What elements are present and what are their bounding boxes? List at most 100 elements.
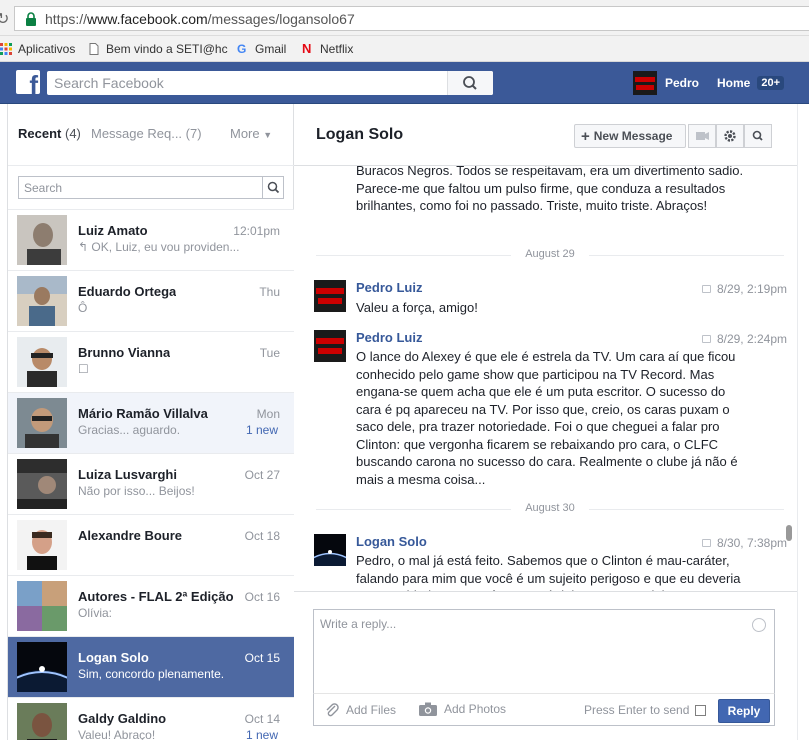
thread-time: Thu bbox=[259, 285, 280, 299]
home-link[interactable]: Home 20+ bbox=[717, 76, 785, 90]
inbox-tabs: Recent (4) Message Req... (7) More ▼ bbox=[8, 104, 294, 166]
thread-name: Eduardo Ortega bbox=[78, 284, 177, 299]
facebook-search-button[interactable] bbox=[447, 71, 493, 95]
thread-snippet: Sim, concordo plenamente. bbox=[78, 667, 225, 681]
apps-grid-icon bbox=[0, 43, 12, 55]
conversation-header: Logan Solo + New Message bbox=[294, 104, 797, 166]
add-photos-label: Add Photos bbox=[444, 702, 507, 716]
tab-count: (4) bbox=[64, 126, 81, 141]
facebook-top-bar: f Pedro Home 20+ bbox=[0, 62, 809, 104]
speech-bubble-icon bbox=[701, 285, 711, 293]
thread-item[interactable]: Luiz Amato ↰ OK, Luiz, eu vou providen..… bbox=[8, 210, 294, 271]
home-label: Home bbox=[717, 76, 751, 90]
unread-count: 1 new bbox=[245, 728, 278, 740]
reply-button[interactable]: Reply bbox=[718, 699, 770, 723]
thread-item[interactable]: Mário Ramão Villalva Gracias... aguardo.… bbox=[8, 393, 294, 454]
add-files-button[interactable]: Add Files bbox=[324, 702, 396, 718]
thread-name: Autores - FLAL 2ª Edição bbox=[78, 589, 234, 604]
tab-message-requests[interactable]: Message Req... (7) bbox=[91, 126, 202, 141]
gear-icon bbox=[724, 130, 736, 142]
thread-item-active[interactable]: Logan Solo Sim, concordo plenamente. Oct… bbox=[8, 637, 294, 698]
thread-time: 12:01pm bbox=[233, 224, 280, 238]
profile-link[interactable]: Pedro bbox=[633, 71, 699, 95]
thread-item[interactable]: Eduardo Ortega Ô Thu bbox=[8, 271, 294, 332]
address-field[interactable]: https://www.facebook.com/messages/logans… bbox=[14, 6, 809, 31]
thread-time: Oct 16 bbox=[244, 590, 280, 604]
thread-snippet: Valeu! Abraço! bbox=[78, 728, 156, 740]
settings-button[interactable] bbox=[716, 124, 744, 148]
message-text: O lance do Alexey é que ele é estrela da… bbox=[356, 349, 738, 487]
avatar bbox=[633, 71, 657, 95]
unread-count: 1 new bbox=[245, 423, 278, 437]
bookmarks-bar: Aplicativos Bem vindo a SETI@hc G Gmail … bbox=[0, 36, 809, 62]
new-message-button[interactable]: + New Message bbox=[574, 124, 686, 148]
bookmark-label: Gmail bbox=[255, 42, 287, 56]
thread-name: Alexandre Boure bbox=[78, 528, 183, 543]
chevron-down-icon: ▼ bbox=[263, 130, 273, 140]
thread-snippet: Olívia: bbox=[78, 606, 113, 620]
bookmark-gmail[interactable]: G Gmail bbox=[237, 40, 286, 58]
facebook-search bbox=[47, 71, 493, 95]
conversation-title: Logan Solo bbox=[316, 126, 404, 143]
tab-label: Recent bbox=[18, 126, 62, 141]
bookmark-netflix[interactable]: N Netflix bbox=[302, 40, 353, 58]
search-conversation-button[interactable] bbox=[744, 124, 772, 148]
bookmark-apps[interactable]: Aplicativos bbox=[0, 40, 75, 58]
avatar bbox=[17, 276, 67, 326]
date-label: August 30 bbox=[525, 502, 575, 514]
thread-item[interactable]: Autores - FLAL 2ª Edição Olívia: Oct 16 bbox=[8, 576, 294, 637]
message-history: Buracos Negros. Todos se respeitavam, er… bbox=[294, 166, 797, 591]
thread-snippet: ↰ OK, Luiz, eu vou providen... bbox=[78, 240, 240, 254]
page-icon bbox=[89, 43, 99, 55]
message-timestamp: 8/29, 2:24pm bbox=[701, 332, 787, 346]
scrollbar-thumb[interactable] bbox=[786, 525, 792, 541]
conversation-panel: Logan Solo + New Message Buracos Negros.… bbox=[294, 104, 797, 740]
emoji-icon[interactable] bbox=[752, 618, 766, 632]
avatar bbox=[17, 703, 67, 740]
message-text: Valeu a força, amigo! bbox=[356, 300, 478, 315]
message-sender[interactable]: Logan Solo bbox=[356, 534, 427, 549]
page-scrollbar[interactable] bbox=[797, 104, 809, 740]
conversation-search-input[interactable] bbox=[19, 177, 263, 198]
avatar[interactable] bbox=[314, 534, 346, 566]
message-timestamp: 8/29, 2:19pm bbox=[701, 282, 787, 296]
thread-item[interactable]: Alexandre Boure Oct 18 bbox=[8, 515, 294, 576]
new-message-label: New Message bbox=[593, 129, 673, 143]
thread-item[interactable]: Brunno Vianna ☐ Tue bbox=[8, 332, 294, 393]
thread-name: Mário Ramão Villalva bbox=[78, 406, 208, 421]
avatar bbox=[17, 520, 67, 570]
add-photos-button[interactable]: Add Photos bbox=[419, 702, 506, 716]
avatar[interactable] bbox=[314, 280, 346, 312]
thread-time: Oct 14 bbox=[244, 712, 280, 726]
press-enter-label: Press Enter to send bbox=[584, 703, 690, 717]
thread-item[interactable]: Galdy Galdino Valeu! Abraço! Oct 14 1 ne… bbox=[8, 698, 294, 740]
reply-input[interactable] bbox=[314, 610, 744, 668]
thread-item[interactable]: Luiza Lusvarghi Não por isso... Beijos! … bbox=[8, 454, 294, 515]
video-call-button[interactable] bbox=[688, 124, 716, 148]
avatar bbox=[17, 642, 67, 692]
facebook-logo-icon[interactable]: f bbox=[16, 70, 40, 94]
message-text: Buracos Negros. Todos se respeitavam, er… bbox=[356, 166, 744, 213]
thread-name: Luiza Lusvarghi bbox=[78, 467, 177, 482]
conversation-search-button[interactable] bbox=[262, 177, 283, 198]
message-sender[interactable]: Pedro Luiz bbox=[356, 330, 422, 345]
press-enter-checkbox[interactable] bbox=[695, 704, 707, 716]
facebook-search-input[interactable] bbox=[47, 71, 452, 95]
message-timestamp: 8/30, 7:38pm bbox=[701, 536, 787, 550]
date-separator: August 30 bbox=[316, 502, 784, 516]
search-icon bbox=[267, 181, 280, 194]
tab-recent[interactable]: Recent (4) bbox=[18, 126, 81, 141]
netflix-icon: N bbox=[302, 41, 312, 56]
avatar[interactable] bbox=[314, 330, 346, 362]
thread-snippet: Ô bbox=[78, 301, 88, 315]
bookmark-label: Bem vindo a SETI@hc bbox=[106, 42, 228, 56]
bookmark-seti[interactable]: Bem vindo a SETI@hc bbox=[88, 40, 228, 58]
composer-toolbar: Add Files Add Photos Press Enter to send… bbox=[313, 693, 775, 726]
tab-more[interactable]: More ▼ bbox=[230, 126, 272, 141]
press-enter-toggle[interactable]: Press Enter to send bbox=[584, 703, 707, 717]
avatar bbox=[17, 398, 67, 448]
message-sender[interactable]: Pedro Luiz bbox=[356, 280, 422, 295]
url-text: https://www.facebook.com/messages/logans… bbox=[45, 11, 355, 27]
reload-icon[interactable]: ↻ bbox=[0, 9, 9, 29]
thread-list: Luiz Amato ↰ OK, Luiz, eu vou providen..… bbox=[8, 209, 294, 740]
